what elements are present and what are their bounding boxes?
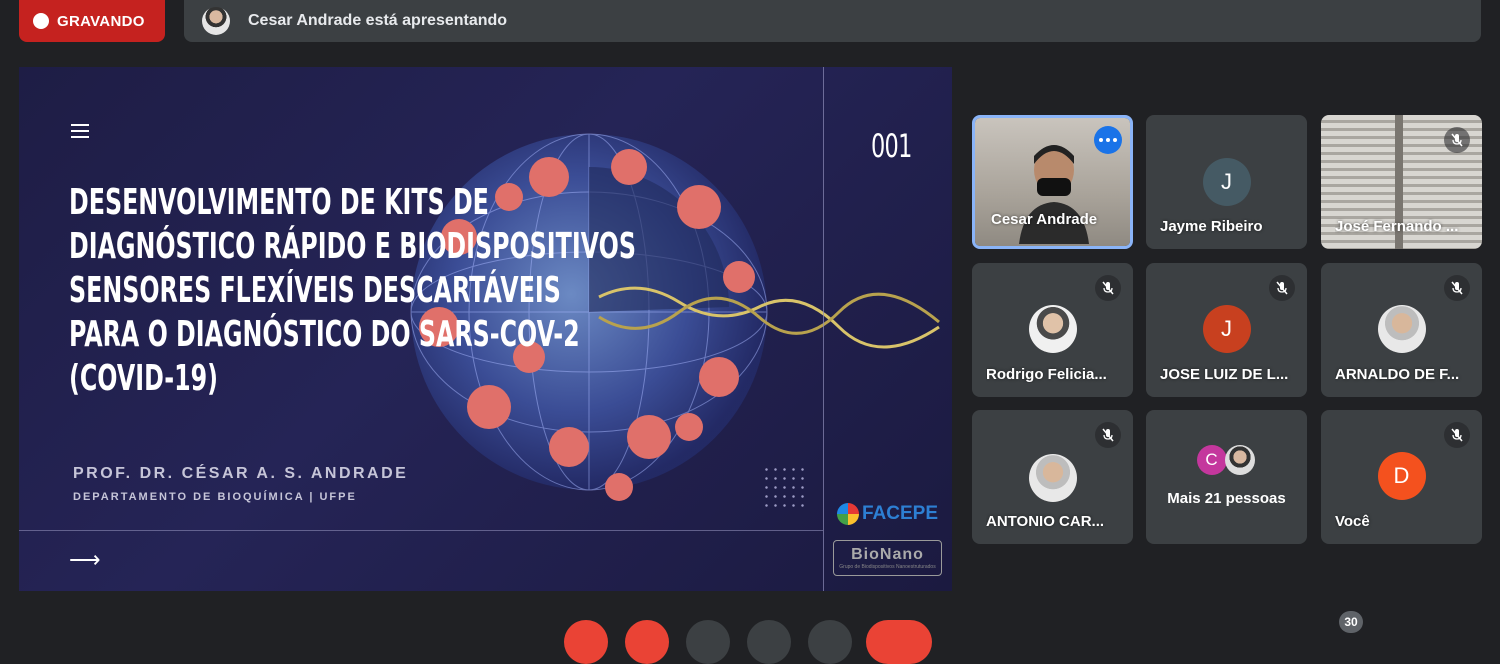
participant-photo	[1224, 445, 1255, 475]
slide-number: 001	[871, 127, 912, 165]
record-dot-icon	[33, 13, 49, 29]
captions-button[interactable]	[686, 620, 730, 664]
participant-tile-antonio[interactable]: ANTONIO CAR...	[972, 410, 1133, 544]
camera-toggle-button[interactable]	[625, 620, 669, 664]
recording-indicator[interactable]: GRAVANDO	[19, 0, 165, 42]
more-options-button[interactable]	[808, 620, 852, 664]
recording-label: GRAVANDO	[57, 12, 145, 30]
participant-avatar: J	[1202, 158, 1251, 206]
presentation-slide: 001 DESENVOLVIMENTO DE KITS DE DIAGNÓSTI…	[19, 67, 952, 591]
presenting-banner: Cesar Andrade está apresentando	[184, 0, 1481, 42]
leave-call-button[interactable]	[866, 620, 932, 664]
participant-tile-more-people[interactable]: C Mais 21 pessoas	[1146, 410, 1307, 544]
hamburger-menu-icon	[71, 124, 89, 142]
mic-off-icon	[1095, 275, 1121, 301]
participant-avatar: D	[1377, 452, 1426, 500]
participant-photo	[1028, 305, 1077, 353]
participant-name: ARNALDO DE F...	[1335, 366, 1460, 383]
facepe-logo: FACEPE	[837, 503, 938, 525]
participant-name: Você	[1335, 513, 1370, 530]
mic-off-icon	[1095, 422, 1121, 448]
participant-tile-self[interactable]: D Você	[1321, 410, 1482, 544]
participant-photo	[1377, 305, 1426, 353]
mic-off-icon	[1444, 422, 1470, 448]
participant-photo	[1028, 454, 1077, 502]
raise-hand-button[interactable]	[747, 620, 791, 664]
participant-tile-jose-fernando[interactable]: José Fernando ...	[1321, 115, 1482, 249]
bionano-logo: BioNano Grupo de Biodispositivos Nanoest…	[833, 540, 942, 576]
participant-name: ANTONIO CAR...	[986, 513, 1105, 530]
slide-divider-vertical	[823, 67, 824, 591]
mic-off-icon	[1444, 275, 1470, 301]
participant-name: Jayme Ribeiro	[1160, 218, 1263, 235]
participant-tile-jose-luiz[interactable]: J JOSE LUIZ DE L...	[1146, 263, 1307, 397]
facepe-mark-icon	[837, 503, 859, 525]
participant-tile-arnaldo[interactable]: ARNALDO DE F...	[1321, 263, 1482, 397]
participant-avatar: J	[1202, 305, 1251, 353]
presenting-text: Cesar Andrade está apresentando	[248, 12, 508, 29]
participant-name: Rodrigo Felicia...	[986, 366, 1107, 383]
grouped-avatars: C	[1196, 445, 1255, 475]
mic-toggle-button[interactable]	[564, 620, 608, 664]
slide-title: DESENVOLVIMENTO DE KITS DE DIAGNÓSTICO R…	[69, 182, 636, 399]
more-options-icon[interactable]	[1094, 126, 1122, 154]
participant-tile-rodrigo[interactable]: Rodrigo Felicia...	[972, 263, 1133, 397]
participant-name: Cesar Andrade	[991, 211, 1098, 228]
arrow-right-icon: ⟶	[69, 547, 101, 572]
dot-pattern	[762, 465, 806, 509]
slide-divider-horizontal	[19, 530, 823, 531]
slide-author: PROF. DR. CÉSAR A. S. ANDRADE	[73, 465, 409, 482]
slide-department: DEPARTAMENTO DE BIOQUÍMICA | UFPE	[73, 491, 357, 503]
mic-off-icon	[1269, 275, 1295, 301]
participant-name: José Fernando ...	[1335, 218, 1459, 235]
presenter-avatar	[202, 7, 230, 35]
more-people-label: Mais 21 pessoas	[1167, 490, 1286, 507]
participant-avatar: C	[1196, 445, 1227, 475]
mic-off-icon	[1444, 127, 1470, 153]
participant-name: JOSE LUIZ DE L...	[1160, 366, 1289, 383]
participant-tile-jayme-ribeiro[interactable]: J Jayme Ribeiro	[1146, 115, 1307, 249]
participant-tile-cesar-andrade[interactable]: Cesar Andrade	[972, 115, 1133, 249]
